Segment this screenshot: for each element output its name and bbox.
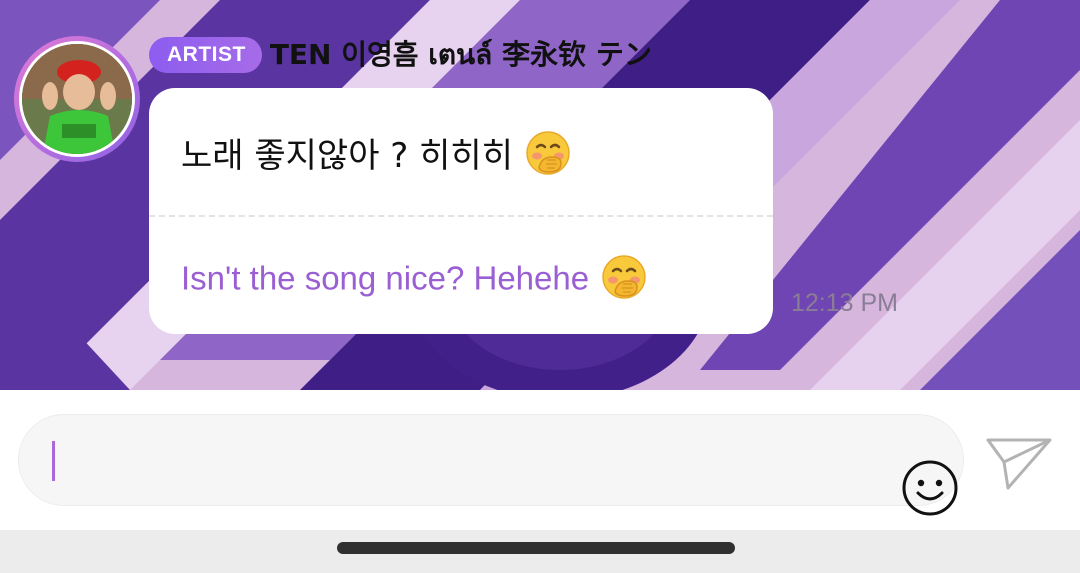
smiley-icon: [902, 460, 958, 516]
message-translation-text: Isn't the song nice? Hehehe: [181, 259, 590, 297]
emoji-button[interactable]: [899, 457, 961, 519]
hand-over-mouth-emoji-icon: [601, 254, 647, 308]
avatar-photo: [19, 41, 135, 157]
sender-name-row: ARTIST TEN 이영흠 เตนล์ 李永钦 テン: [149, 36, 652, 74]
message-timestamp: 12:13 PM: [791, 289, 899, 317]
composer-bar: [0, 390, 1080, 530]
message-translation-row: Isn't the song nice? Hehehe: [181, 254, 647, 308]
message-input[interactable]: [18, 414, 964, 516]
system-nav-bar: [0, 530, 1080, 573]
artist-name[interactable]: TEN 이영흠 เตนล์ 李永钦 テン: [270, 33, 652, 77]
message-original-row: 노래 좋지않아 ? 히히히: [181, 128, 571, 185]
text-caret: [52, 441, 55, 481]
message-original-text: 노래 좋지않아 ? 히히히: [181, 136, 513, 176]
home-indicator[interactable]: [337, 542, 735, 554]
artist-badge: ARTIST: [149, 37, 262, 73]
send-icon: [986, 438, 1052, 490]
translation-divider: [149, 215, 773, 217]
artist-avatar[interactable]: [14, 36, 140, 162]
send-button[interactable]: [984, 432, 1054, 494]
hand-over-mouth-emoji-icon: [525, 130, 571, 185]
message-bubble[interactable]: 노래 좋지않아 ? 히히히 Isn't the song nice? Heheh…: [149, 88, 773, 334]
